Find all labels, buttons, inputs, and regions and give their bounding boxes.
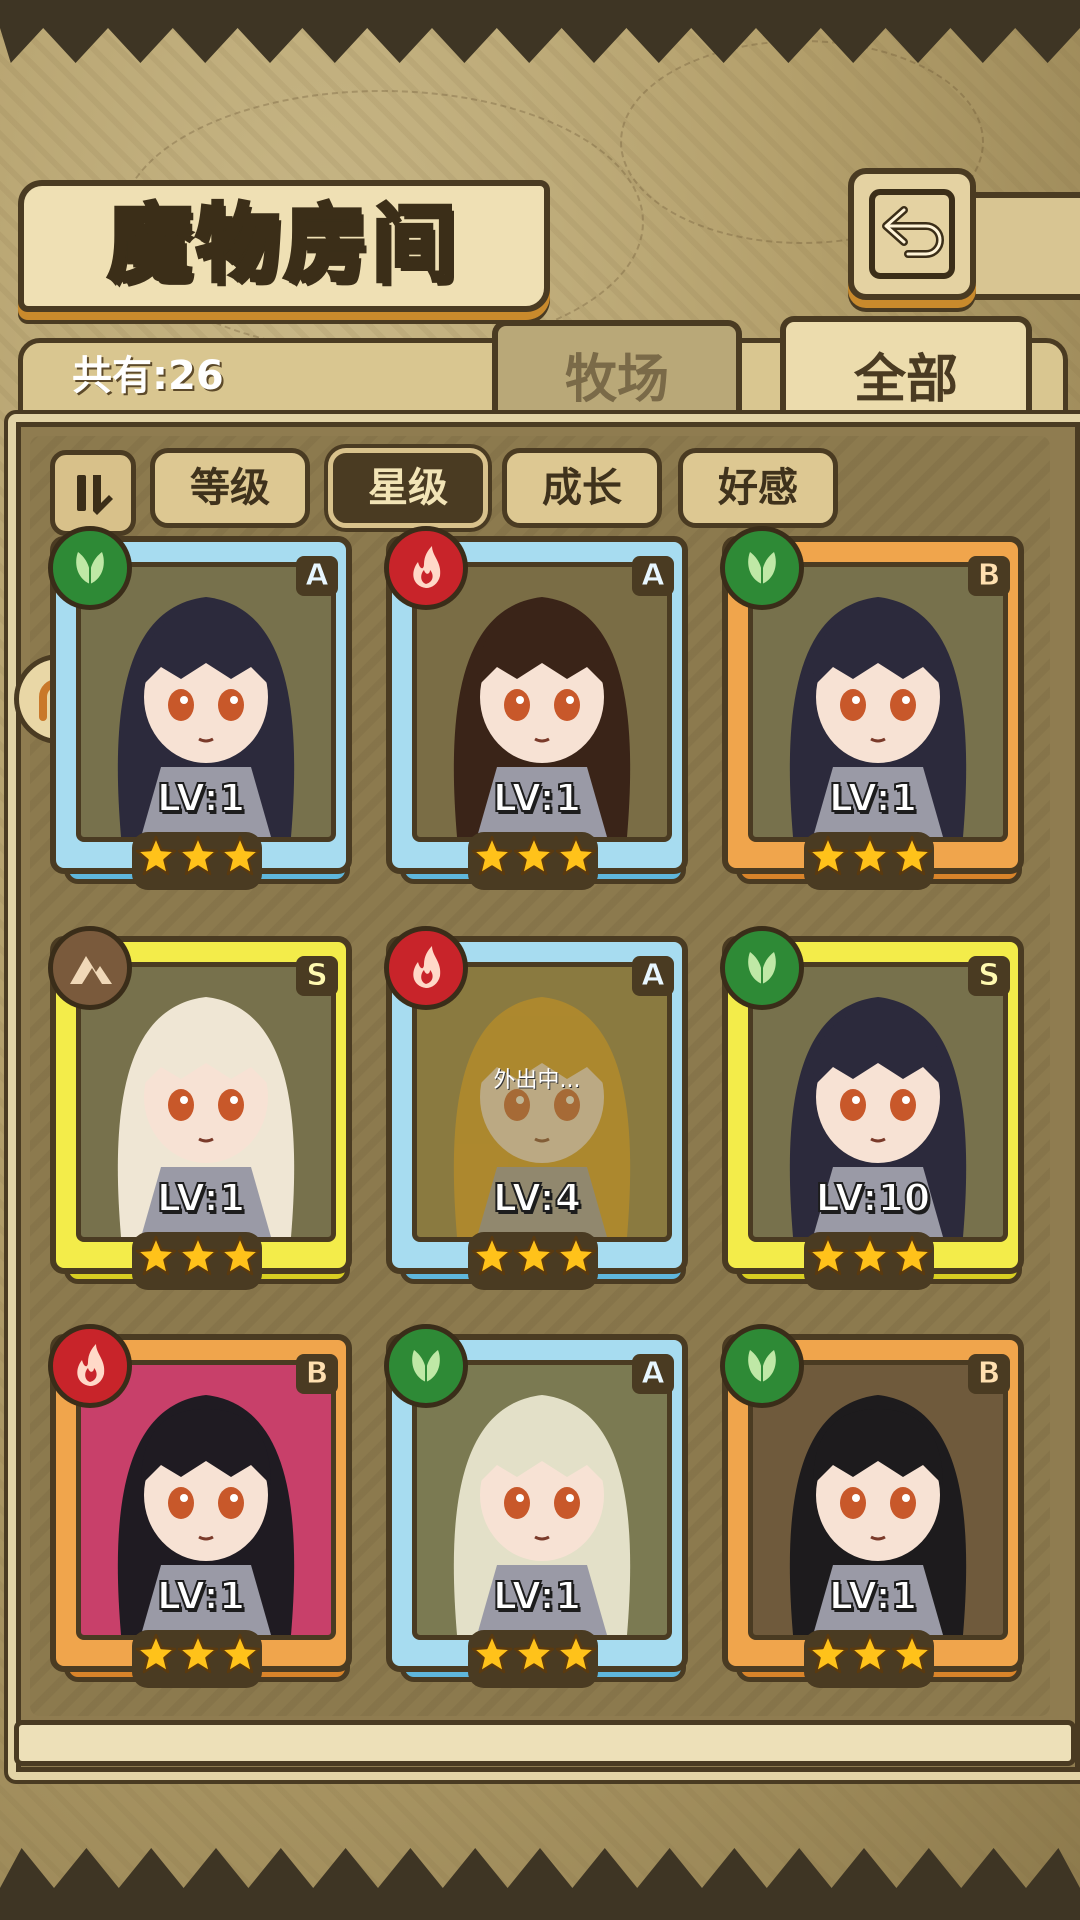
star-rating (804, 1232, 934, 1290)
star-icon (555, 1633, 597, 1674)
monster-count-label: 共有:26 (72, 353, 224, 399)
element-badge (48, 1324, 132, 1408)
monster-rank-badge: S (296, 956, 338, 996)
element-badge (720, 526, 804, 610)
sort-growth-button[interactable]: 成长 (502, 448, 662, 528)
monster-card[interactable]: 外出中... LV:4 A (384, 926, 688, 1290)
sort-star-button[interactable]: 星级 (328, 448, 488, 528)
star-icon (555, 1235, 597, 1276)
pause-sort-icon (77, 475, 113, 515)
monster-card[interactable]: LV:1 S (48, 926, 352, 1290)
star-icon (135, 1235, 177, 1276)
monster-level: LV:1 (828, 775, 918, 821)
leaf-icon (748, 1350, 776, 1382)
star-icon (177, 835, 219, 876)
monster-card[interactable]: LV:1 B (720, 1324, 1024, 1688)
star-icon (177, 1633, 219, 1674)
star-rating (804, 832, 934, 890)
star-rating (468, 832, 598, 890)
monster-rank-badge: A (296, 556, 338, 596)
star-icon (471, 1633, 513, 1674)
leaf-icon (412, 1350, 440, 1382)
monster-status: 外出中... (493, 1068, 581, 1093)
back-button[interactable] (848, 168, 976, 300)
title-plate: 魔物房间 (18, 180, 550, 312)
star-rating (804, 1630, 934, 1688)
element-badge (384, 926, 468, 1010)
earth-icon (70, 956, 112, 984)
monster-card[interactable]: LV:1 A (48, 526, 352, 890)
star-rating (468, 1232, 598, 1290)
monster-level: LV:4 (492, 1175, 582, 1221)
star-icon (849, 1235, 891, 1276)
fire-icon (413, 546, 441, 588)
star-icon (891, 1633, 933, 1674)
star-icon (849, 1633, 891, 1674)
star-icon (849, 835, 891, 876)
star-icon (135, 1633, 177, 1674)
monster-rank-badge: B (296, 1354, 338, 1394)
star-icon (135, 835, 177, 876)
monster-level: LV:1 (156, 1175, 246, 1221)
star-icon (471, 835, 513, 876)
element-badge (48, 926, 132, 1010)
star-icon (807, 835, 849, 876)
monster-rank-badge: A (632, 1354, 674, 1394)
star-rating (132, 1630, 262, 1688)
monster-card[interactable]: LV:1 B (720, 526, 1024, 890)
star-icon (891, 1235, 933, 1276)
monster-card[interactable]: LV:1 A (384, 1324, 688, 1688)
element-badge (720, 926, 804, 1010)
fire-icon (413, 946, 441, 988)
star-icon (807, 1235, 849, 1276)
star-icon (177, 1235, 219, 1276)
monster-rank-badge: A (632, 556, 674, 596)
monster-level: LV:10 (815, 1175, 932, 1221)
monster-level: LV:1 (828, 1573, 918, 1619)
monster-rank-badge: B (968, 556, 1010, 596)
page-title: 魔物房间 (106, 192, 460, 295)
monster-card[interactable]: LV:1 B (48, 1324, 352, 1688)
star-icon (219, 1633, 261, 1674)
monster-rank-badge: A (632, 956, 674, 996)
star-icon (513, 1633, 555, 1674)
fire-icon (77, 1344, 105, 1386)
star-icon (891, 835, 933, 876)
star-icon (807, 1633, 849, 1674)
monster-rank-badge: S (968, 956, 1010, 996)
star-icon (219, 1235, 261, 1276)
leaf-icon (748, 952, 776, 984)
leaf-icon (748, 552, 776, 584)
sort-order-toggle[interactable] (50, 450, 136, 536)
return-arrow-icon (869, 189, 955, 279)
monster-card[interactable]: LV:10 S (720, 926, 1024, 1290)
star-rating (132, 1232, 262, 1290)
back-button-rail (960, 192, 1080, 300)
monster-level: LV:1 (492, 775, 582, 821)
star-icon (513, 1235, 555, 1276)
monster-rank-badge: B (968, 1354, 1010, 1394)
star-icon (471, 1235, 513, 1276)
leaf-icon (76, 552, 104, 584)
element-badge (384, 1324, 468, 1408)
star-icon (513, 835, 555, 876)
sort-level-button[interactable]: 等级 (150, 448, 310, 528)
sort-affection-button[interactable]: 好感 (678, 448, 838, 528)
element-badge (720, 1324, 804, 1408)
star-icon (219, 835, 261, 876)
panel-bottom-bar (14, 1720, 1076, 1766)
monster-level: LV:1 (156, 775, 246, 821)
monster-level: LV:1 (492, 1573, 582, 1619)
element-badge (48, 526, 132, 610)
monster-level: LV:1 (156, 1573, 246, 1619)
star-icon (555, 835, 597, 876)
star-rating (468, 1630, 598, 1688)
star-rating (132, 832, 262, 890)
element-badge (384, 526, 468, 610)
monster-card[interactable]: LV:1 A (384, 526, 688, 890)
